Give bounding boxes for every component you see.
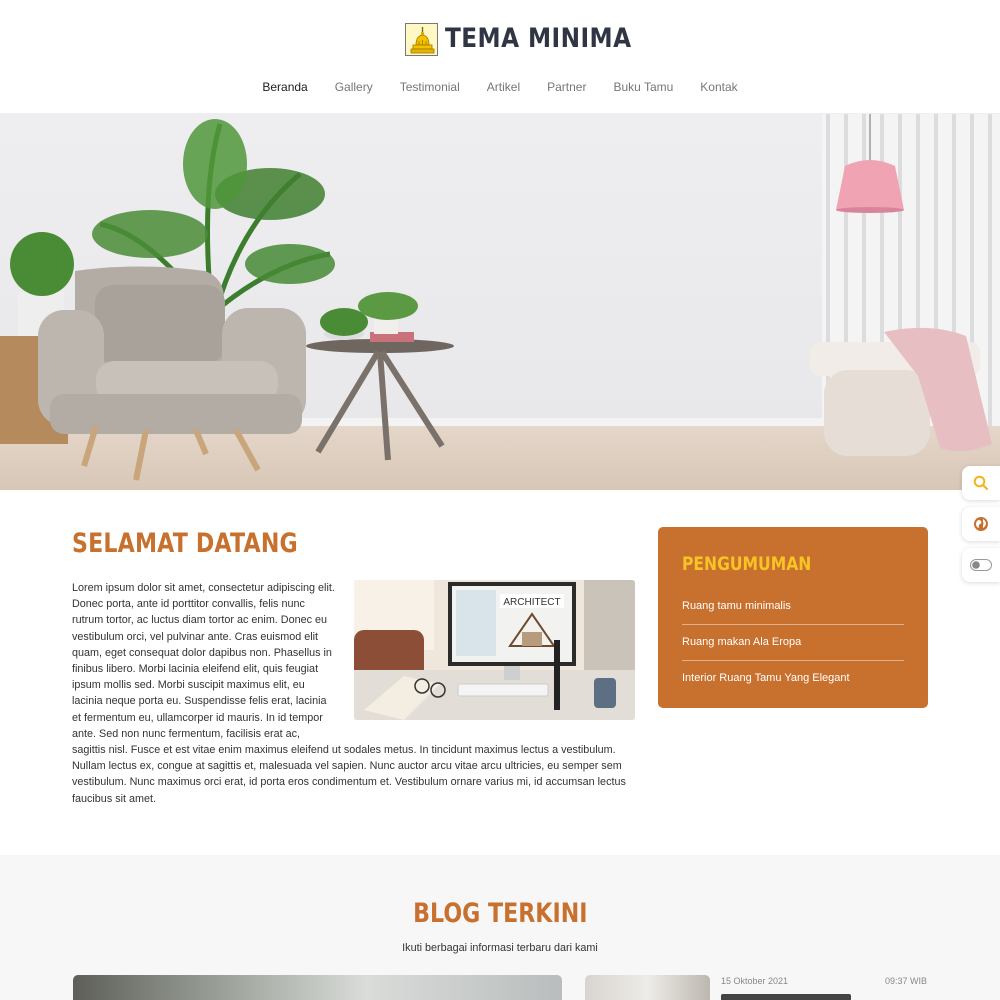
announcement-item[interactable]: Ruang makan Ala Eropa bbox=[682, 625, 904, 661]
theme-toggle[interactable] bbox=[962, 548, 1000, 582]
welcome-title: SELAMAT DATANG bbox=[72, 528, 298, 559]
hero-banner bbox=[0, 114, 1000, 490]
site-logo[interactable]: TEMA MINIMA bbox=[405, 21, 662, 57]
blog-post-time: 09:37 WIB bbox=[885, 976, 928, 986]
welcome-article: ARCHITECT Lorem ipsum dolor sit amet, co… bbox=[72, 580, 635, 807]
floating-side-tools bbox=[962, 466, 1000, 589]
architect-desk-illustration: ARCHITECT bbox=[354, 580, 635, 720]
pouf-with-blanket bbox=[810, 327, 992, 456]
language-button[interactable] bbox=[962, 507, 1000, 541]
blog-subtitle: Ikuti berbagai informasi terbaru dari ka… bbox=[402, 942, 598, 954]
search-button[interactable] bbox=[962, 466, 1000, 500]
toggle-icon bbox=[970, 559, 992, 571]
announcement-item[interactable]: Ruang tamu minimalis bbox=[682, 589, 904, 625]
blog-post-thumbnail[interactable] bbox=[585, 975, 710, 1000]
welcome-image: ARCHITECT bbox=[354, 580, 635, 720]
blog-title: BLOG TERKINI bbox=[0, 898, 1000, 929]
nav-item-artikel[interactable]: Artikel bbox=[487, 78, 520, 96]
globe-icon bbox=[974, 517, 988, 531]
site-header: TEMA MINIMA Beranda Gallery Testimonial … bbox=[0, 0, 1000, 114]
hero-illustration bbox=[0, 114, 1000, 481]
logo-mark-icon bbox=[405, 22, 438, 56]
blog-title-text: BLOG TERKINI bbox=[412, 898, 588, 929]
announcement-title: PENGUMUMAN bbox=[682, 553, 812, 575]
blog-post-title-cropped[interactable] bbox=[721, 994, 851, 1000]
side-table bbox=[306, 292, 454, 461]
nav-item-testimonial[interactable]: Testimonial bbox=[400, 78, 460, 96]
blog-post-date: 15 Oktober 2021 bbox=[721, 976, 789, 986]
announcement-item[interactable]: Interior Ruang Tamu Yang Elegant bbox=[682, 661, 904, 696]
main-nav: Beranda Gallery Testimonial Artikel Part… bbox=[0, 78, 1000, 96]
brand-name: TEMA MINIMA bbox=[445, 23, 632, 54]
nav-item-buku-tamu[interactable]: Buku Tamu bbox=[613, 78, 673, 96]
nav-item-partner[interactable]: Partner bbox=[547, 78, 586, 96]
announcement-panel: PENGUMUMAN Ruang tamu minimalis Ruang ma… bbox=[658, 527, 928, 708]
monitor-sign: ARCHITECT bbox=[503, 597, 560, 608]
nav-item-kontak[interactable]: Kontak bbox=[700, 78, 737, 96]
blog-featured-image[interactable] bbox=[73, 975, 562, 1000]
nav-item-gallery[interactable]: Gallery bbox=[335, 78, 373, 96]
armchair bbox=[38, 266, 306, 481]
blog-section: BLOG TERKINI Ikuti berbagai informasi te… bbox=[0, 855, 1000, 1000]
search-icon bbox=[973, 475, 989, 491]
nav-item-beranda[interactable]: Beranda bbox=[262, 78, 307, 96]
